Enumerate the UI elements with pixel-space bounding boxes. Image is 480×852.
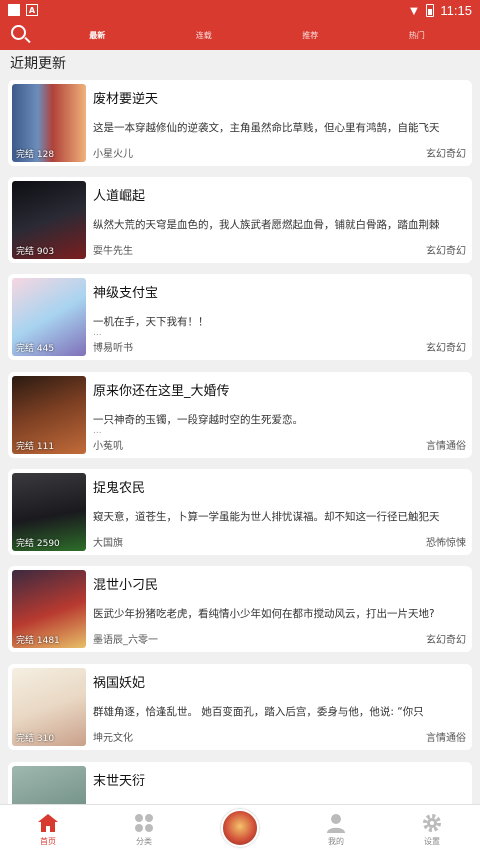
book-desc: 医武少年扮猪吃老虎，看纯情小少年如何在都市搅动风云，打出一片天地? xyxy=(93,608,435,620)
book-genre: 玄幻奇幻 xyxy=(426,635,466,646)
cover-badge: 完结 111 xyxy=(16,442,55,452)
status-bar: A ▼ 11:15 xyxy=(0,0,480,20)
book-cover: 完结 111 xyxy=(12,376,86,454)
clock: 11:15 xyxy=(440,2,472,18)
book-card[interactable]: 完结 2590 捉鬼农民 窥天意，道苍生，卜算一学虽能为世人排忧谋福。却不知这一… xyxy=(8,469,472,555)
nav-label-mine: 我的 xyxy=(328,837,344,846)
book-author: 小星火儿 xyxy=(93,149,133,160)
book-ellipsis: ... xyxy=(93,328,102,338)
app-logo-icon xyxy=(221,809,259,847)
app-notification-icon: A xyxy=(26,4,38,16)
battery-icon xyxy=(426,3,435,17)
book-genre: 恐怖惊悚 xyxy=(426,538,466,549)
cover-badge: 完结 128 xyxy=(16,150,55,160)
book-title: 捉鬼农民 xyxy=(93,481,146,496)
tab-hot[interactable]: 热门 xyxy=(409,30,425,41)
book-title: 神级支付宝 xyxy=(93,286,159,301)
book-title: 混世小刁民 xyxy=(93,578,159,593)
book-genre: 玄幻奇幻 xyxy=(426,343,466,354)
home-icon xyxy=(38,814,58,832)
book-title: 废材要逆天 xyxy=(93,92,159,107)
nav-category[interactable]: 分类 xyxy=(96,805,192,852)
book-title: 原来你还在这里_大婚传 xyxy=(93,384,230,399)
notification-icon xyxy=(8,4,20,16)
grid-icon xyxy=(135,814,153,832)
book-cover: 完结 128 xyxy=(12,84,86,162)
tab-serial[interactable]: 连载 xyxy=(196,30,212,41)
book-genre: 言情通俗 xyxy=(426,733,466,744)
book-title: 末世天衍 xyxy=(93,774,146,789)
cover-badge: 完结 1481 xyxy=(16,636,60,646)
book-card[interactable]: 完结 111 原来你还在这里_大婚传 一只神奇的玉镯，一段穿越时空的生死爱恋。 … xyxy=(8,372,472,458)
nav-label-home: 首页 xyxy=(40,837,56,846)
nav-label-category: 分类 xyxy=(136,837,152,846)
tab-recommend[interactable]: 推荐 xyxy=(302,30,318,41)
book-desc: 群雄角逐，恰逢乱世。 她百变面孔，踏入后宫，委身与他，他说: “你只 xyxy=(93,706,424,718)
book-title: 祸国妖妃 xyxy=(93,676,146,691)
nav-mine[interactable]: 我的 xyxy=(288,805,384,852)
book-cover: 完结 2590 xyxy=(12,473,86,551)
user-icon xyxy=(327,814,345,833)
book-desc: 这是一本穿越修仙的逆袭文，主角虽然命比草贱，但心里有鸿鹄，自能飞天 xyxy=(93,122,440,134)
nav-center[interactable] xyxy=(192,805,288,852)
book-genre: 言情通俗 xyxy=(426,441,466,452)
book-desc: 一只神奇的玉镯，一段穿越时空的生死爱恋。 xyxy=(93,414,303,426)
book-genre: 玄幻奇幻 xyxy=(426,246,466,257)
book-cover: 完结 310 xyxy=(12,668,86,746)
book-cover xyxy=(12,766,86,804)
cover-badge: 完结 2590 xyxy=(16,539,60,549)
book-list[interactable]: 完结 128 废材要逆天 这是一本穿越修仙的逆袭文，主角虽然命比草贱，但心里有鸿… xyxy=(0,78,480,804)
book-cover: 完结 903 xyxy=(12,181,86,259)
search-icon[interactable] xyxy=(10,24,32,46)
book-desc: 窥天意，道苍生，卜算一学虽能为世人排忧谋福。却不知这一行径已触犯天 xyxy=(93,511,440,523)
book-desc: 一机在手，天下我有！！ xyxy=(93,316,209,328)
book-ellipsis: ... xyxy=(93,426,102,436)
book-author: 小菟叽 xyxy=(93,441,123,452)
top-nav: 最新 连载 推荐 热门 xyxy=(0,20,480,50)
book-card[interactable]: 完结 1481 混世小刁民 医武少年扮猪吃老虎，看纯情小少年如何在都市搅动风云，… xyxy=(8,566,472,652)
book-author: 耍牛先生 xyxy=(93,246,133,257)
book-cover: 完结 1481 xyxy=(12,570,86,648)
tab-latest[interactable]: 最新 xyxy=(89,30,105,41)
bottom-nav: 首页 分类 我的 设置 xyxy=(0,804,480,852)
book-card[interactable]: 完结 128 废材要逆天 这是一本穿越修仙的逆袭文，主角虽然命比草贱，但心里有鸿… xyxy=(8,80,472,166)
book-desc: 纵然大荒的天穹是血色的，我人族武者愿燃起血骨，铺就白骨路，踏血荆棘 xyxy=(93,219,440,231)
book-card[interactable]: 末世天衍 xyxy=(8,762,472,804)
gear-icon xyxy=(423,814,441,832)
book-author: 坤元文化 xyxy=(93,733,133,744)
book-author: 墨语辰_六零一 xyxy=(93,635,158,646)
book-cover: 完结 445 xyxy=(12,278,86,356)
wifi-icon: ▼ xyxy=(407,2,421,18)
book-author: 博易听书 xyxy=(93,343,133,354)
book-card[interactable]: 完结 310 祸国妖妃 群雄角逐，恰逢乱世。 她百变面孔，踏入后宫，委身与他，他… xyxy=(8,664,472,750)
nav-home[interactable]: 首页 xyxy=(0,805,96,852)
cover-badge: 完结 445 xyxy=(16,344,55,354)
nav-tabs: 最新 连载 推荐 热门 xyxy=(44,30,470,41)
cover-badge: 完结 310 xyxy=(16,734,55,744)
book-card[interactable]: 完结 445 神级支付宝 一机在手，天下我有！！ ... 博易听书 玄幻奇幻 xyxy=(8,274,472,360)
book-author: 大国旗 xyxy=(93,538,123,549)
book-card[interactable]: 完结 903 人道崛起 纵然大荒的天穹是血色的，我人族武者愿燃起血骨，铺就白骨路… xyxy=(8,177,472,263)
section-title: 近期更新 xyxy=(0,50,480,78)
nav-label-settings: 设置 xyxy=(424,837,440,846)
nav-settings[interactable]: 设置 xyxy=(384,805,480,852)
book-title: 人道崛起 xyxy=(93,189,146,204)
cover-badge: 完结 903 xyxy=(16,247,55,257)
book-genre: 玄幻奇幻 xyxy=(426,149,466,160)
